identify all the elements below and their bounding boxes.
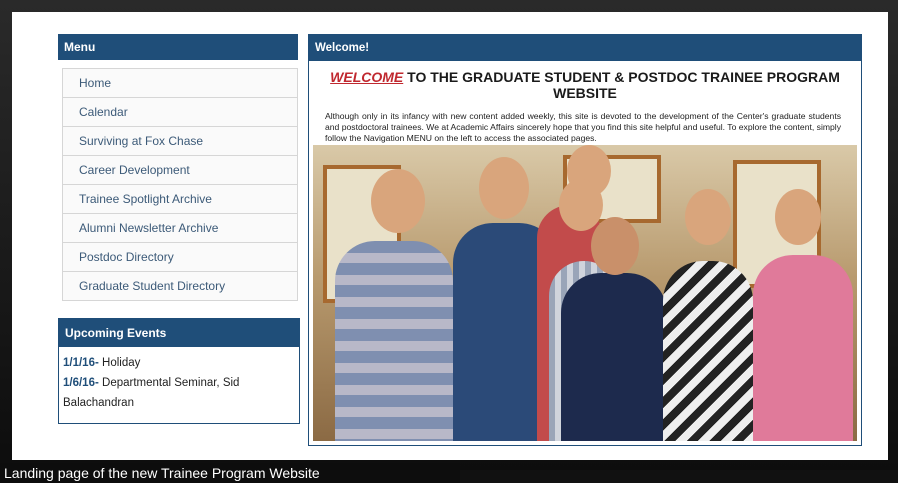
menu-item-calendar[interactable]: Calendar — [63, 98, 297, 127]
menu-item-graduate-directory[interactable]: Graduate Student Directory — [63, 272, 297, 300]
menu-item-postdoc-directory[interactable]: Postdoc Directory — [63, 243, 297, 272]
menu-item-career-development[interactable]: Career Development — [63, 156, 297, 185]
person-head — [371, 169, 425, 233]
person-chevron-dress — [663, 261, 753, 441]
website-screen: Menu Home Calendar Surviving at Fox Chas… — [12, 12, 888, 460]
event-item[interactable]: 1/6/16- Departmental Seminar, Sid Balach… — [59, 373, 299, 413]
event-text: Holiday — [102, 357, 141, 369]
image-caption: Landing page of the new Trainee Program … — [0, 463, 460, 483]
event-date: 1/1/16- — [63, 357, 99, 369]
event-date: 1/6/16- — [63, 377, 99, 389]
person-head — [685, 189, 731, 245]
event-item[interactable]: 1/1/16- Holiday — [59, 353, 299, 373]
person-head — [591, 217, 639, 275]
welcome-body-text: Although only in its infancy with new co… — [325, 111, 841, 143]
welcome-panel: Welcome! WELCOME TO THE GRADUATE STUDENT… — [308, 34, 862, 446]
menu-list: Home Calendar Surviving at Fox Chase Car… — [62, 68, 298, 301]
upcoming-events-header: Upcoming Events — [59, 319, 299, 347]
person-pink-top — [753, 255, 853, 441]
menu-header: Menu — [58, 34, 298, 60]
menu-item-home[interactable]: Home — [63, 69, 297, 98]
welcome-header: Welcome! — [309, 35, 861, 61]
welcome-title-rest: TO THE GRADUATE STUDENT & POSTDOC TRAINE… — [407, 69, 840, 101]
person-head — [479, 157, 529, 219]
group-photo — [313, 145, 857, 441]
person-striped-shirt — [335, 241, 453, 441]
menu-item-surviving[interactable]: Surviving at Fox Chase — [63, 127, 297, 156]
person-head — [775, 189, 821, 245]
welcome-title: WELCOME TO THE GRADUATE STUDENT & POSTDO… — [309, 69, 861, 101]
person-navy-top — [561, 273, 667, 441]
welcome-title-accent: WELCOME — [330, 69, 404, 85]
events-list: 1/1/16- Holiday 1/6/16- Departmental Sem… — [59, 347, 299, 413]
menu-item-trainee-spotlight[interactable]: Trainee Spotlight Archive — [63, 185, 297, 214]
upcoming-events-box: Upcoming Events 1/1/16- Holiday 1/6/16- … — [58, 318, 300, 424]
person-head — [559, 179, 603, 231]
menu-item-alumni-newsletter[interactable]: Alumni Newsletter Archive — [63, 214, 297, 243]
